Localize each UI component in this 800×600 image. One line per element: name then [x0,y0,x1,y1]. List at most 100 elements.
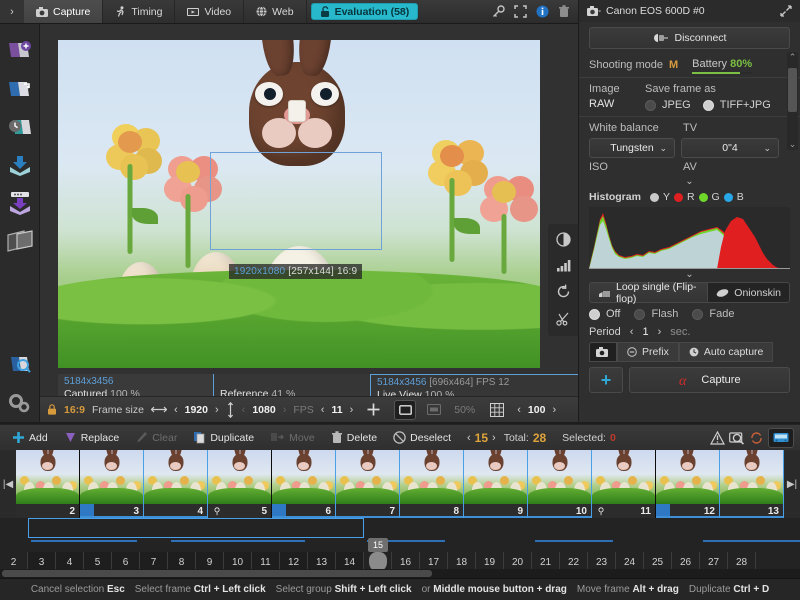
histogram-dot-r[interactable] [674,193,683,202]
fps-decrease-button[interactable]: ‹ [321,404,325,416]
image-format-value[interactable]: RAW [589,98,645,110]
filmstrip-toggle-button[interactable] [768,428,794,448]
scissors-icon[interactable] [556,311,571,326]
info-icon[interactable] [536,5,549,18]
frame-width-value[interactable]: 1920 [185,404,208,416]
current-frame-value[interactable]: 15 [475,431,488,445]
filmstrip-frame[interactable]: 2 [16,450,80,518]
onion-fade-radio[interactable] [692,309,703,320]
filmstrip-frame[interactable]: 4 [144,450,208,518]
contrast-icon[interactable] [556,232,571,247]
expand-camera-settings-button[interactable]: ⌄ [579,176,800,189]
scroll-thumb[interactable] [788,68,797,112]
tab-timing[interactable]: Timing [103,0,175,23]
fit-width-button[interactable] [427,404,441,415]
sidebar-item-export[interactable] [2,184,38,222]
tab-web[interactable]: Web [244,0,306,23]
aspect-ratio-value[interactable]: 16:9 [64,404,85,416]
tab-evaluation[interactable]: Evaluation (58) [311,3,419,20]
capture-camera-tab[interactable] [589,342,617,362]
add-frame-button[interactable]: Add [6,431,54,444]
grid-decrease-button[interactable]: ‹ [517,404,521,416]
delete-frame-button[interactable]: Delete [325,431,383,444]
width-decrease-button[interactable]: ‹ [174,404,178,416]
fps-value[interactable]: 11 [331,404,342,416]
timeline-horizontal-scrollbar[interactable] [0,569,800,578]
filmstrip-frame[interactable]: 9 [464,450,528,518]
filmstrip-frame[interactable]: ⚲11 [592,450,656,518]
grid-value[interactable]: 100 [528,404,546,416]
height-decrease-button[interactable]: ‹ [242,404,246,416]
refresh-icon[interactable] [749,431,764,445]
filmstrip-frame[interactable]: 10 [528,450,592,518]
filmstrip-frame[interactable]: 8 [400,450,464,518]
sidebar-item-screens[interactable] [2,222,38,260]
tab-capture[interactable]: Capture [24,0,103,23]
live-view-stage[interactable]: 1920x1080 [257x144] 16:9 [58,40,540,368]
replace-frame-button[interactable]: Replace [58,431,126,444]
sidebar-item-settings[interactable] [2,384,38,422]
filmstrip-frame[interactable]: ⚲5 [208,450,272,518]
sidebar-item-new-project[interactable] [2,32,38,70]
trash-icon[interactable] [558,5,570,18]
grid-icon[interactable] [490,403,504,417]
fit-frame-button[interactable] [394,400,416,420]
width-increase-button[interactable]: › [215,404,219,416]
auto-capture-tab[interactable]: Auto capture [679,342,774,362]
add-capture-button[interactable]: + [589,367,623,393]
levels-icon[interactable] [556,259,571,272]
filmstrip-frame[interactable]: 7 [336,450,400,518]
shooting-mode-value[interactable]: M [669,59,678,71]
zoom-percent-value[interactable]: 50% [454,404,475,416]
capture-button[interactable]: α Capture [629,367,790,393]
fullscreen-icon[interactable] [514,5,527,18]
magnifier-icon[interactable] [729,431,745,445]
save-tiffjpg-radio[interactable] [703,100,714,111]
sidebar-item-import[interactable] [2,146,38,184]
save-jpeg-radio[interactable] [645,100,656,111]
timeline-playhead[interactable]: 15 [368,538,388,572]
period-decrease-button[interactable]: ‹ [630,326,634,338]
filmstrip-first-button[interactable]: |◀ [0,450,16,518]
tab-video[interactable]: Video [175,0,244,23]
filmstrip-last-button[interactable]: ▶| [784,450,800,518]
grid-increase-button[interactable]: › [552,404,556,416]
filmstrip-cells[interactable]: 234⚲5678910⚲111213 [16,450,784,518]
scroll-up-arrow[interactable]: ⌃ [787,52,798,63]
white-balance-select[interactable]: Tungsten ⌄ [589,138,675,158]
sidebar-item-recent-projects[interactable] [2,108,38,146]
height-increase-button[interactable]: › [283,404,287,416]
expand-sidebar-button[interactable]: › [0,0,24,23]
filmstrip-frame[interactable]: 13 [720,450,784,518]
fps-increase-button[interactable]: › [350,404,354,416]
lock-icon[interactable] [47,404,57,415]
frame-height-value[interactable]: 1080 [252,404,275,416]
tab-onionskin[interactable]: Onionskin [708,282,790,303]
filmstrip-frame[interactable]: 3 [80,450,144,518]
sidebar-item-open-project[interactable] [2,70,38,108]
timeline-scroll-thumb[interactable] [2,570,432,577]
prev-frame-button[interactable]: ‹ [467,432,471,444]
add-size-icon[interactable] [366,402,381,417]
rotate-icon[interactable] [556,284,571,299]
prefix-tab[interactable]: Prefix [617,342,679,362]
filmstrip-frame[interactable]: 12 [656,450,720,518]
tv-select[interactable]: 0"4 ⌄ [681,138,779,158]
histogram-dot-g[interactable] [699,193,708,202]
onion-off-radio[interactable] [589,309,600,320]
filmstrip-frame[interactable]: 6 [272,450,336,518]
next-frame-button[interactable]: › [492,432,496,444]
histogram-dot-b[interactable] [724,193,733,202]
onion-flash-radio[interactable] [634,309,645,320]
expand-panel-icon[interactable] [780,5,792,17]
sidebar-item-browse[interactable] [2,346,38,384]
histogram-dot-y[interactable] [650,193,659,202]
warning-icon[interactable] [710,431,725,445]
tab-loop-single[interactable]: Loop single (Flip-flop) [589,282,708,303]
key-icon[interactable] [491,5,505,19]
period-value[interactable]: 1 [642,326,648,338]
duplicate-frame-button[interactable]: Duplicate [187,431,260,444]
disconnect-button[interactable]: Disconnect [589,27,790,49]
period-increase-button[interactable]: › [658,326,662,338]
deselect-button[interactable]: Deselect [387,431,457,444]
